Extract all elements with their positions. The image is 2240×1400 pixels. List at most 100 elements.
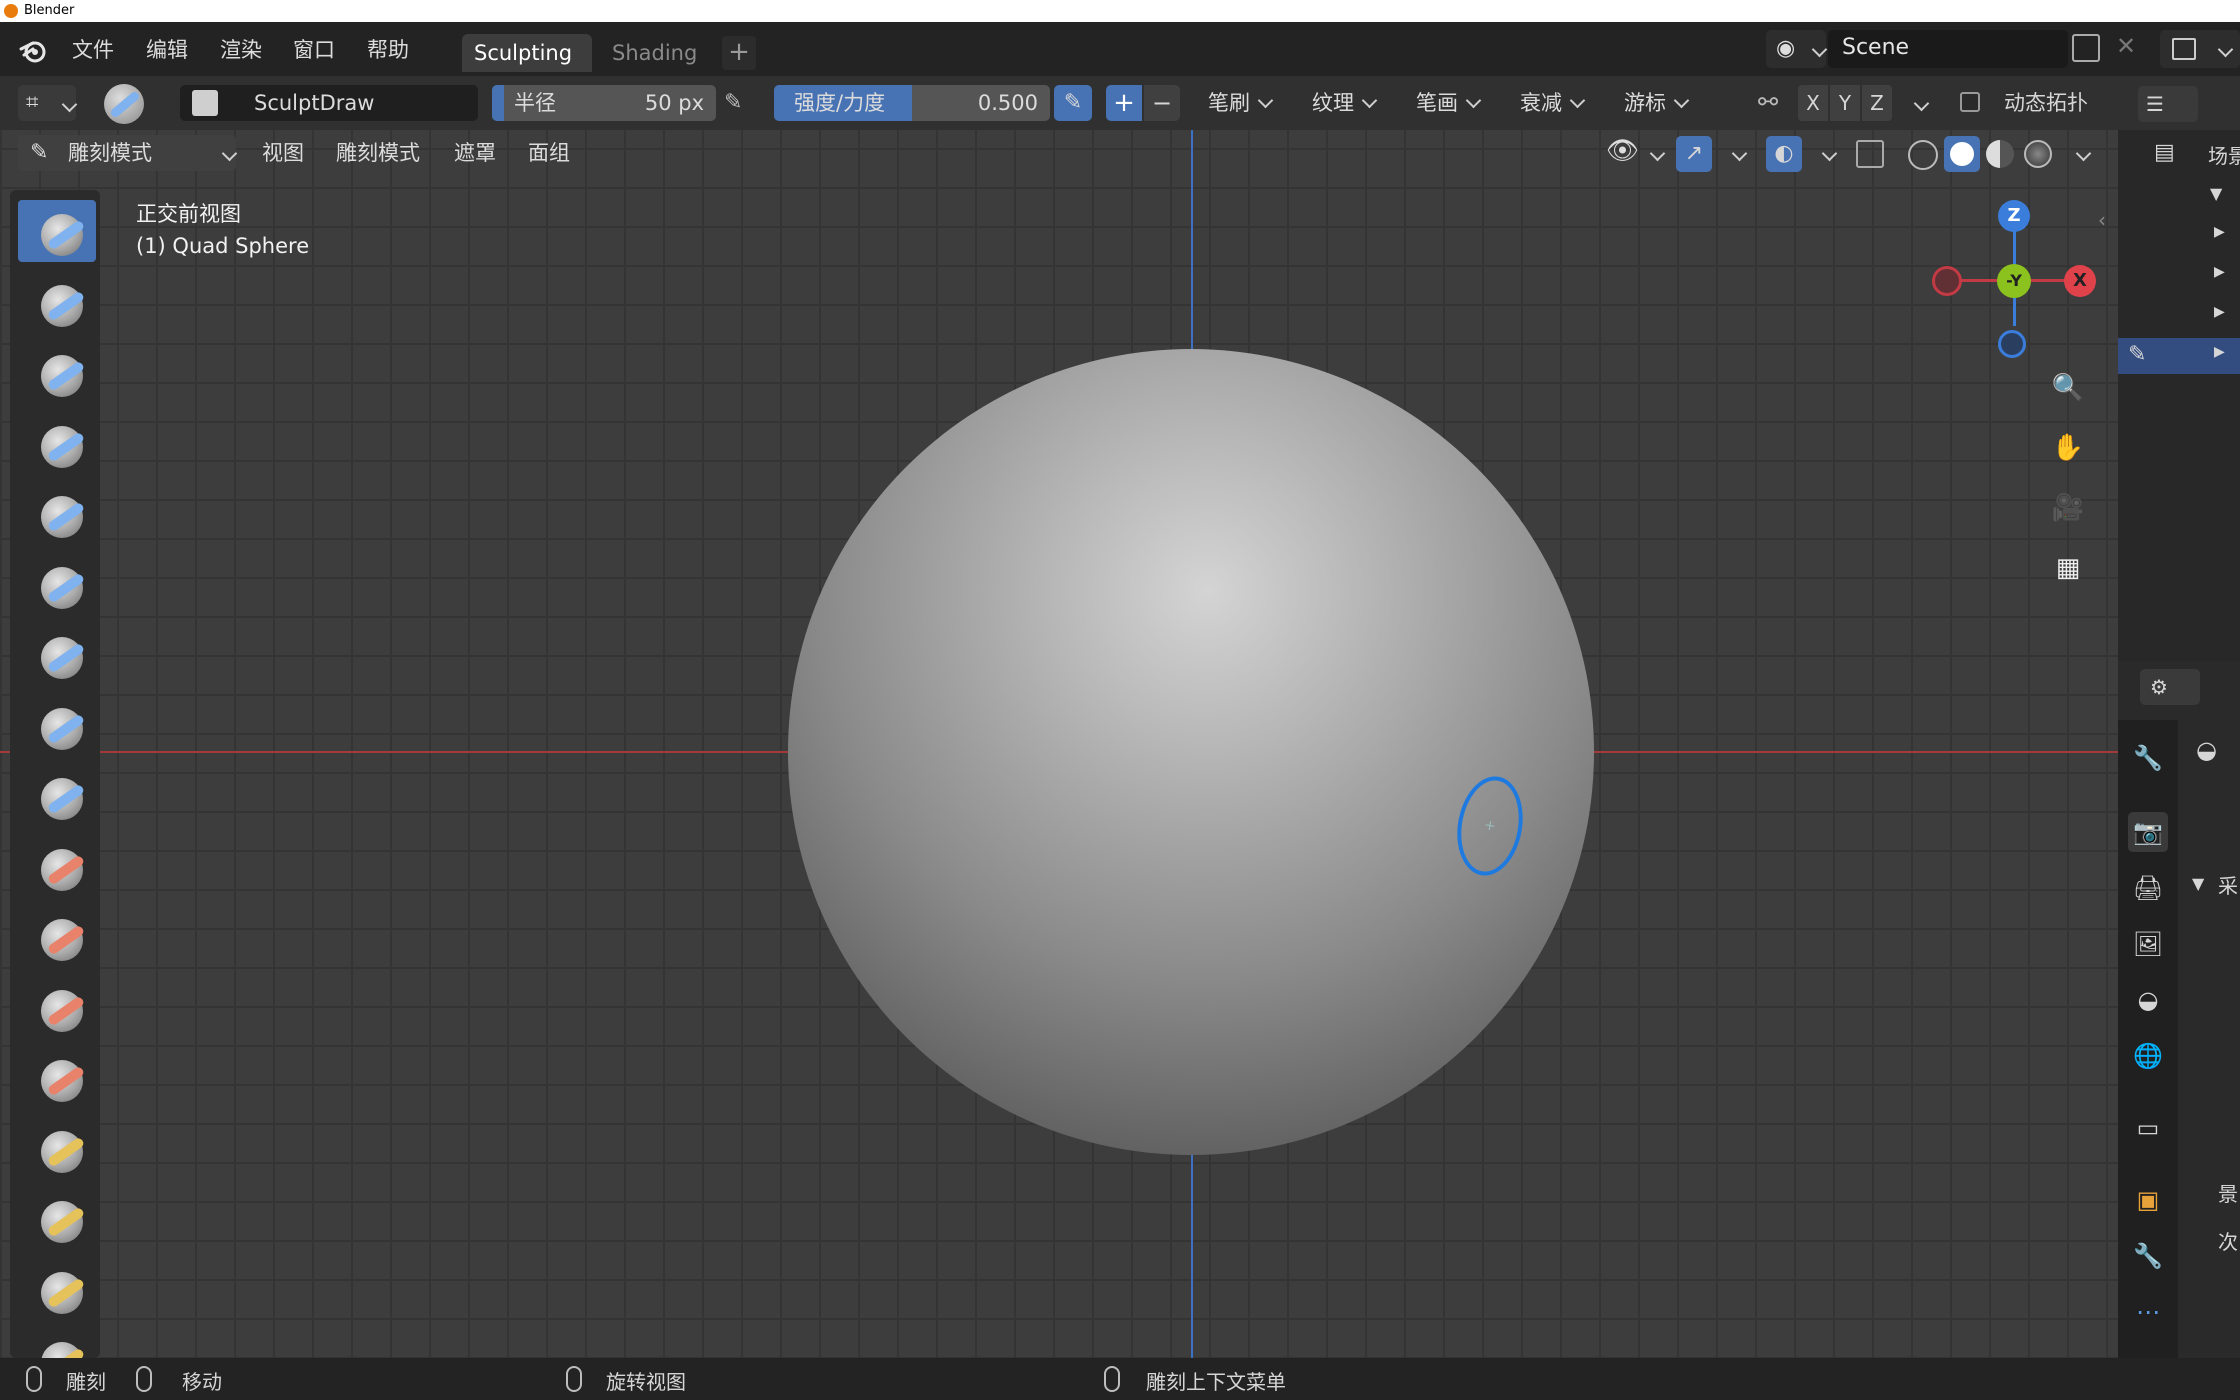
view-layer-tab-icon[interactable]: 🖼 bbox=[2128, 924, 2168, 964]
symmetry-x-toggle[interactable]: X bbox=[1798, 85, 1828, 121]
brush-name-field[interactable]: SculptDraw bbox=[180, 85, 478, 121]
gizmo-neg-y-icon[interactable]: -Y bbox=[1997, 264, 2031, 298]
scene-selector-button[interactable]: ◉ bbox=[1766, 30, 1828, 68]
navigation-gizmo[interactable]: Z X -Y bbox=[1930, 196, 2096, 366]
falloff-dropdown[interactable]: 衰减 bbox=[1520, 85, 1586, 121]
expand-arrow-icon[interactable]: ▶ bbox=[2214, 224, 2225, 240]
sidebar-toggle-icon[interactable]: ‹ bbox=[2098, 208, 2106, 232]
delete-scene-icon[interactable]: ✕ bbox=[2116, 32, 2136, 60]
view-layer-selector[interactable] bbox=[2160, 30, 2240, 68]
blob-icon[interactable] bbox=[18, 694, 96, 756]
clay-thumb-icon[interactable] bbox=[18, 482, 96, 544]
clay-strips-icon[interactable] bbox=[18, 412, 96, 474]
outliner-header: ☰ bbox=[2118, 76, 2240, 130]
pan-hand-icon[interactable]: ✋ bbox=[2046, 426, 2090, 470]
dyntopo-checkbox[interactable] bbox=[1960, 92, 1980, 112]
panel-expand-icon[interactable]: ▼ bbox=[2192, 874, 2204, 893]
layer-icon[interactable] bbox=[18, 553, 96, 615]
add-workspace-button[interactable]: + bbox=[722, 36, 756, 70]
render-tab-icon[interactable]: 📷 bbox=[2128, 812, 2168, 852]
multiplane-scrape-icon[interactable] bbox=[18, 1117, 96, 1179]
clay-icon[interactable] bbox=[18, 341, 96, 403]
overlays-dropdown[interactable] bbox=[1821, 145, 1838, 162]
menu-render[interactable]: 渲染 bbox=[220, 34, 262, 64]
world-tab-icon[interactable]: 🌐 bbox=[2128, 1036, 2168, 1076]
expand-arrow-icon[interactable]: ▶ bbox=[2214, 344, 2225, 360]
rendered-shading-icon[interactable] bbox=[2024, 140, 2052, 168]
tool-settings-button[interactable]: ⌗ bbox=[18, 85, 78, 121]
overlays-toggle-icon[interactable]: ◐ bbox=[1766, 136, 1802, 172]
viewport-header: ✎ 雕刻模式 视图 雕刻模式 遮罩 面组 👁 ↗ ◐ bbox=[0, 130, 2118, 176]
tab-shading[interactable]: Shading bbox=[600, 34, 712, 72]
expand-arrow-icon[interactable]: ▶ bbox=[2214, 264, 2225, 280]
xray-toggle-icon[interactable] bbox=[1856, 140, 1884, 168]
scrape-icon[interactable] bbox=[18, 1046, 96, 1108]
brush-dropdown[interactable]: 笔刷 bbox=[1208, 85, 1274, 121]
menu-file[interactable]: 文件 bbox=[72, 34, 114, 64]
scene-name-field[interactable]: Scene bbox=[1828, 30, 2068, 68]
gizmo-x-icon[interactable]: X bbox=[2064, 265, 2096, 297]
menu-help[interactable]: 帮助 bbox=[367, 34, 409, 64]
gizmo-dropdown[interactable] bbox=[1731, 145, 1748, 162]
quad-sphere-mesh[interactable] bbox=[788, 349, 1594, 1155]
gizmo-neg-x-icon[interactable] bbox=[1932, 266, 1962, 296]
cursor-dropdown[interactable]: 游标 bbox=[1624, 85, 1690, 121]
flatten-icon[interactable] bbox=[18, 905, 96, 967]
perspective-grid-icon[interactable]: ▦ bbox=[2046, 546, 2090, 590]
menu-face-sets[interactable]: 面组 bbox=[528, 135, 570, 171]
expand-arrow-icon[interactable]: ▶ bbox=[2214, 304, 2225, 320]
menu-view[interactable]: 视图 bbox=[262, 135, 304, 171]
strength-slider[interactable]: 强度/力度 0.500 bbox=[774, 85, 1050, 121]
radius-pressure-icon[interactable]: ✎ bbox=[724, 90, 742, 115]
symmetry-z-toggle[interactable]: Z bbox=[1862, 85, 1892, 121]
particles-tab-icon[interactable]: ⋯ bbox=[2128, 1292, 2168, 1332]
brush-preview-icon[interactable] bbox=[104, 84, 144, 124]
radius-slider[interactable]: 半径 50 px bbox=[492, 85, 716, 121]
properties-editor-button[interactable]: ⚙ bbox=[2140, 669, 2200, 705]
gizmo-neg-z-icon[interactable] bbox=[1998, 330, 2026, 358]
gizmo-toggle-icon[interactable]: ↗ bbox=[1676, 136, 1712, 172]
shading-dropdown[interactable] bbox=[2075, 145, 2092, 162]
crease-icon[interactable] bbox=[18, 764, 96, 826]
tab-sculpting[interactable]: Sculpting bbox=[462, 34, 592, 72]
scene-tab-icon[interactable]: ◒ bbox=[2128, 980, 2168, 1020]
direction-subtract-button[interactable]: − bbox=[1144, 85, 1180, 121]
symmetry-y-toggle[interactable]: Y bbox=[1830, 85, 1860, 121]
texture-dropdown[interactable]: 纹理 bbox=[1312, 85, 1378, 121]
fill-icon[interactable] bbox=[18, 976, 96, 1038]
strength-pressure-icon[interactable]: ✎ bbox=[1054, 85, 1092, 121]
solid-shading-icon[interactable] bbox=[1944, 136, 1980, 172]
wireframe-shading-icon[interactable] bbox=[1908, 140, 1938, 170]
zoom-icon[interactable]: 🔍 bbox=[2046, 366, 2090, 410]
menu-edit[interactable]: 编辑 bbox=[146, 34, 188, 64]
menu-mask[interactable]: 遮罩 bbox=[454, 135, 496, 171]
pinch-icon[interactable] bbox=[18, 1187, 96, 1249]
collection-tab-icon[interactable]: ▭ bbox=[2128, 1108, 2168, 1148]
draw-sharp-icon[interactable] bbox=[18, 271, 96, 333]
menu-sculpt-mode[interactable]: 雕刻模式 bbox=[336, 135, 420, 171]
grab-icon[interactable] bbox=[18, 1258, 96, 1320]
sculpt-draw-icon[interactable] bbox=[18, 200, 96, 262]
modifier-tab-icon[interactable]: 🔧 bbox=[2128, 1236, 2168, 1276]
status-context-action: 雕刻上下文菜单 bbox=[1146, 1370, 1286, 1394]
tool-tab-icon[interactable]: 🔧 bbox=[2128, 738, 2168, 778]
symmetry-options-dropdown[interactable] bbox=[1913, 95, 1930, 112]
smooth-icon[interactable] bbox=[18, 835, 96, 897]
expand-arrow-icon[interactable]: ▼ bbox=[2210, 184, 2222, 203]
direction-add-button[interactable]: + bbox=[1106, 85, 1142, 121]
output-tab-icon[interactable]: 🖨 bbox=[2128, 868, 2168, 908]
material-shading-icon[interactable] bbox=[1986, 140, 2014, 168]
stroke-dropdown[interactable]: 笔画 bbox=[1416, 85, 1482, 121]
camera-view-icon[interactable]: 🎥 bbox=[2046, 486, 2090, 530]
visibility-dropdown[interactable] bbox=[1649, 145, 1666, 162]
inflate-icon[interactable] bbox=[18, 623, 96, 685]
visibility-icon[interactable]: 👁 bbox=[1606, 136, 1639, 166]
radius-label: 半径 bbox=[514, 91, 556, 115]
blender-logo-icon[interactable] bbox=[18, 35, 48, 65]
menu-window[interactable]: 窗口 bbox=[293, 34, 335, 64]
gizmo-z-icon[interactable]: Z bbox=[1998, 200, 2030, 232]
editor-type-icon[interactable]: ☰ bbox=[2138, 86, 2198, 122]
mode-selector[interactable]: ✎ 雕刻模式 bbox=[18, 135, 238, 171]
new-scene-icon[interactable] bbox=[2072, 34, 2100, 62]
object-tab-icon[interactable]: ▣ bbox=[2128, 1180, 2168, 1220]
